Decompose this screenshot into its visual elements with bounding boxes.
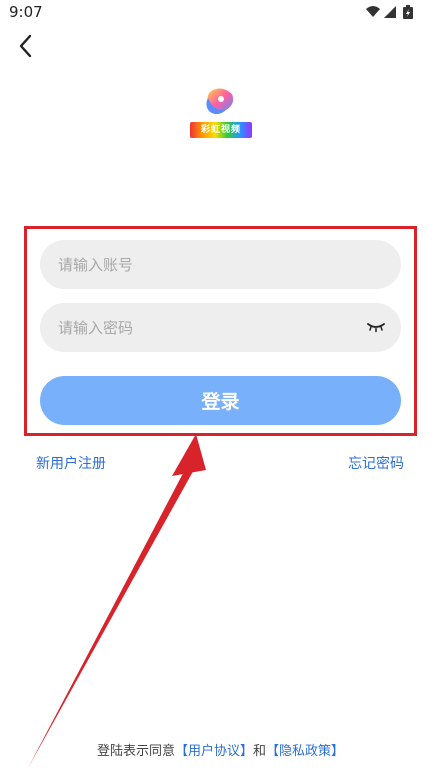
login-button[interactable]: 登录 bbox=[40, 376, 401, 425]
status-time: 9:07 bbox=[9, 3, 43, 21]
login-screen: 9:07 彩虹视频 请输入账号 请输入密码 登录 新用户注册 忘记密码 登陆表示… bbox=[0, 0, 441, 784]
agreement-conjunction: 和 bbox=[253, 744, 267, 759]
status-icons bbox=[366, 5, 413, 19]
register-link[interactable]: 新用户注册 bbox=[36, 453, 106, 473]
privacy-policy-link[interactable]: 【隐私政策】 bbox=[266, 744, 344, 759]
account-input[interactable]: 请输入账号 bbox=[40, 240, 401, 289]
agreement-prefix: 登陆表示同意 bbox=[96, 744, 175, 759]
back-arrow-icon[interactable] bbox=[14, 32, 40, 60]
app-logo: 彩虹视频 bbox=[188, 84, 254, 142]
wifi-icon bbox=[366, 6, 380, 17]
battery-icon bbox=[403, 5, 413, 19]
password-placeholder: 请输入密码 bbox=[58, 319, 134, 337]
agreement-text: 登陆表示同意【用户协议】和【隐私政策】 bbox=[0, 740, 441, 759]
eye-closed-icon[interactable] bbox=[367, 319, 385, 333]
account-placeholder: 请输入账号 bbox=[58, 256, 134, 274]
forgot-password-link[interactable]: 忘记密码 bbox=[348, 453, 404, 473]
logo-text: 彩虹视频 bbox=[200, 125, 241, 135]
password-input[interactable]: 请输入密码 bbox=[40, 303, 401, 352]
signal-icon bbox=[384, 6, 396, 18]
user-agreement-link[interactable]: 【用户协议】 bbox=[175, 744, 253, 759]
